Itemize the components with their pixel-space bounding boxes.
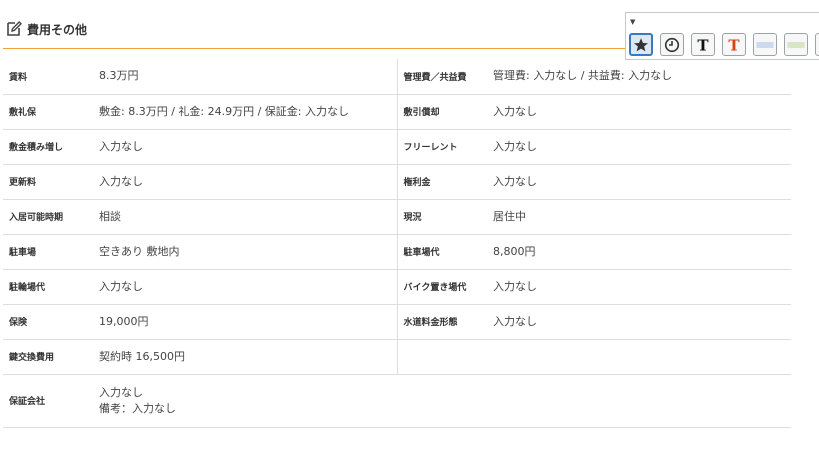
field-label: 更新料	[3, 164, 93, 200]
field-value: 居住中	[487, 199, 791, 235]
field-label: 賃料	[3, 59, 93, 95]
table-row: 鍵交換費用 契約時 16,500円	[3, 339, 791, 375]
field-value: 入力なし	[93, 129, 398, 165]
field-label: バイク置き場代	[397, 269, 487, 305]
svg-text:T: T	[697, 37, 709, 53]
caret-down-icon[interactable]: ▼	[630, 18, 635, 26]
field-value-line: 19,000円	[99, 314, 149, 328]
star-icon	[633, 37, 649, 53]
table-row: 保証会社 入力なし備考：入力なし	[3, 374, 791, 428]
table-row: 敷金積み増し 入力なし フリーレント 入力なし	[3, 129, 791, 165]
highlight-icon	[787, 40, 805, 50]
table-row: 敷礼保 敷金: 8.3万円 / 礼金: 24.9万円 / 保証金: 入力なし 敷引償…	[3, 94, 791, 130]
field-label: 駐車場代	[397, 234, 487, 270]
cost-table: 賃料 8.3万円 管理費／共益費 管理費: 入力なし / 共益費: 入力なし敷礼保 敷金…	[3, 59, 791, 428]
field-value: 入力なし	[487, 164, 791, 200]
section-title: 費用その他	[27, 23, 88, 37]
field-value-line: 入力なし	[493, 314, 537, 328]
field-value: 入力なし	[487, 269, 791, 305]
field-value: 8,800円	[487, 234, 791, 270]
field-value-line: 入力なし	[99, 279, 143, 293]
annotation-toolbar: ▼ T T	[625, 12, 819, 60]
field-value: 入力なし	[93, 164, 398, 200]
svg-text:T: T	[728, 37, 740, 53]
field-value-line: 管理費: 入力なし / 共益費: 入力なし	[493, 69, 673, 83]
field-value-line: 入力なし	[493, 139, 537, 153]
field-value-line: 入力なし	[493, 174, 537, 188]
field-label: 保証会社	[3, 374, 93, 428]
field-label: 敷礼保	[3, 94, 93, 130]
table-row: 駐車場 空きあり 敷地内 駐車場代 8,800円	[3, 234, 791, 270]
field-value: 入力なし	[487, 94, 791, 130]
field-value-line: 入力なし	[99, 385, 143, 399]
field-value-line: 居住中	[493, 209, 526, 223]
text-black-button[interactable]: T	[691, 33, 715, 56]
table-row: 保険 19,000円 水道料金形態 入力なし	[3, 304, 791, 340]
highlight-green-button[interactable]	[784, 33, 808, 56]
table-row: 賃料 8.3万円 管理費／共益費 管理費: 入力なし / 共益費: 入力なし	[3, 59, 791, 95]
field-value: 入力なし	[93, 269, 398, 305]
highlight-yellow-button[interactable]	[815, 33, 819, 56]
field-value-line: 相談	[99, 209, 121, 223]
field-label: 入居可能時期	[3, 199, 93, 235]
field-value-line: 契約時 16,500円	[99, 349, 185, 363]
field-label: 現況	[397, 199, 487, 235]
field-value: 空きあり 敷地内	[93, 234, 398, 270]
highlight-icon	[756, 40, 774, 50]
field-label: 権利金	[397, 164, 487, 200]
field-label: フリーレント	[397, 129, 487, 165]
clock-icon	[664, 37, 680, 53]
field-value-line: 敷金: 8.3万円 / 礼金: 24.9万円 / 保証金: 入力なし	[99, 104, 349, 118]
field-value: 敷金: 8.3万円 / 礼金: 24.9万円 / 保証金: 入力なし	[93, 94, 398, 130]
table-row: 入居可能時期 相談 現況 居住中	[3, 199, 791, 235]
field-value: 8.3万円	[93, 59, 398, 95]
field-value: 相談	[93, 199, 398, 235]
field-value-line: 8,800円	[493, 244, 536, 258]
field-label: 保険	[3, 304, 93, 340]
field-value: 入力なし備考：入力なし	[93, 374, 791, 428]
edit-icon	[5, 20, 23, 38]
field-value: 入力なし	[487, 129, 791, 165]
text-icon: T	[726, 37, 742, 53]
field-value: 管理費: 入力なし / 共益費: 入力なし	[487, 59, 791, 95]
field-value-line: 入力なし	[99, 174, 143, 188]
field-value-line: 入力なし	[99, 139, 143, 153]
field-label: 敷金積み増し	[3, 129, 93, 165]
field-value-line: 空きあり 敷地内	[99, 244, 180, 258]
field-value: 契約時 16,500円	[93, 339, 398, 375]
field-label: 敷引償却	[397, 94, 487, 130]
field-label: 管理費／共益費	[397, 59, 487, 95]
field-label: 駐車場	[3, 234, 93, 270]
field-value-line: 入力なし	[493, 104, 537, 118]
text-red-button[interactable]: T	[722, 33, 746, 56]
field-label: 水道料金形態	[397, 304, 487, 340]
field-value	[487, 339, 791, 375]
field-label: 駐輪場代	[3, 269, 93, 305]
field-value: 入力なし	[487, 304, 791, 340]
field-value-line: 8.3万円	[99, 69, 139, 83]
text-icon: T	[695, 37, 711, 53]
table-row: 駐輪場代 入力なし バイク置き場代 入力なし	[3, 269, 791, 305]
star-button[interactable]	[629, 33, 653, 56]
field-label	[397, 339, 487, 375]
field-value-line: 備考：入力なし	[99, 401, 176, 415]
field-label: 鍵交換費用	[3, 339, 93, 375]
table-row: 更新料 入力なし 権利金 入力なし	[3, 164, 791, 200]
highlight-blue-button[interactable]	[753, 33, 777, 56]
clock-button[interactable]	[660, 33, 684, 56]
field-value-line: 入力なし	[493, 279, 537, 293]
field-value: 19,000円	[93, 304, 398, 340]
